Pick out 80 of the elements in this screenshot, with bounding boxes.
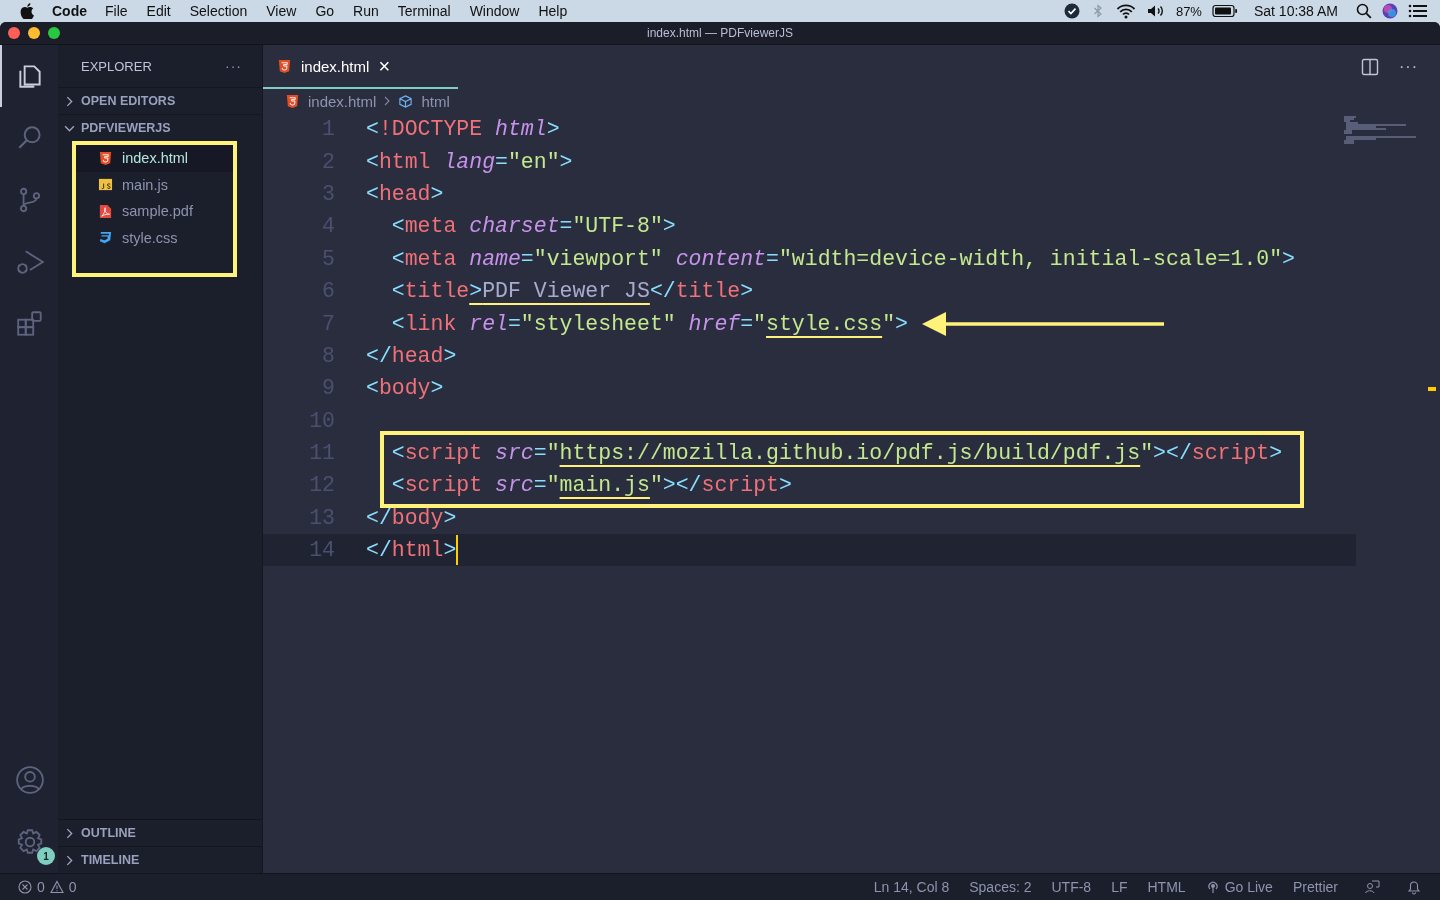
code-line: </body>	[366, 505, 457, 530]
tree-item[interactable]: index.html	[76, 145, 233, 172]
section-header[interactable]: OPEN EDITORS	[58, 87, 262, 114]
split-editor-icon[interactable]	[1361, 58, 1379, 76]
window-title: index.html — PDFviewerJS	[646, 26, 793, 40]
more-actions-button[interactable]: ···	[1399, 58, 1418, 76]
tree-item[interactable]: sample.pdf	[76, 198, 233, 225]
close-tab-button[interactable]: ×	[378, 54, 391, 78]
pdf-file-icon	[98, 203, 113, 219]
code-line: <title>PDF Viewer JS</title>	[390, 279, 754, 304]
code-line: <meta name="viewport" content="width=device-width, initial-scale=1.0">	[390, 246, 1295, 271]
chevron-icon	[64, 854, 75, 866]
editor-tab[interactable]: index.html ×	[263, 45, 458, 89]
check-badge-icon[interactable]	[1063, 3, 1080, 19]
menu-item[interactable]: Edit	[146, 3, 171, 19]
js-file-icon	[98, 177, 113, 193]
code-line: <script src="main.js"></script>	[390, 473, 792, 498]
code-line: <head>	[366, 181, 444, 206]
notifications-icon[interactable]	[1406, 879, 1422, 895]
settings-icon[interactable]	[15, 827, 45, 857]
apple-icon[interactable]	[20, 3, 34, 19]
broadcast-icon	[1205, 880, 1220, 894]
warning-icon	[49, 880, 64, 894]
problems-indicator[interactable]: 0 0	[18, 879, 77, 895]
tree-item[interactable]: style.css	[76, 224, 233, 251]
zoom-button[interactable]	[48, 27, 60, 39]
code-line: <script src="https://mozilla.github.io/pdf.js/build/pdf.js"></script>	[390, 441, 1283, 466]
code-line: </html>	[366, 535, 459, 566]
extensions-icon	[15, 309, 45, 339]
menu-item[interactable]: Terminal	[397, 3, 451, 19]
minimize-button[interactable]	[28, 27, 40, 39]
breadcrumb-item[interactable]: html	[398, 92, 450, 110]
code-line: <meta charset="UTF-8">	[390, 214, 676, 239]
section-header[interactable]: PDFVIEWERJS	[58, 114, 262, 141]
menu-item[interactable]: File	[105, 3, 128, 19]
menu-item[interactable]: Window	[469, 3, 520, 19]
menu-item[interactable]: Selection	[189, 3, 248, 19]
breadcrumb-item[interactable]: index.html	[285, 92, 377, 110]
code-line: <html lang="en">	[366, 149, 573, 174]
search-icon[interactable]	[1356, 3, 1372, 19]
explorer-title: EXPLORER	[81, 58, 152, 74]
html-file-icon	[277, 58, 292, 74]
volume-icon[interactable]	[1145, 3, 1166, 19]
code-line: </head>	[366, 343, 457, 368]
battery-percentage: 87%	[1175, 3, 1202, 19]
line-number: 14	[308, 538, 336, 563]
code-line: <link rel="stylesheet" href="style.css">	[390, 311, 908, 336]
menu-item[interactable]: Help	[538, 3, 568, 19]
status-item[interactable]: Spaces: 2	[969, 879, 1032, 895]
chevron-icon	[64, 827, 75, 839]
menu-item[interactable]: View	[266, 3, 297, 19]
html-file-icon	[285, 93, 300, 109]
status-item[interactable]: HTML	[1147, 879, 1186, 895]
status-item[interactable]: Prettier	[1292, 879, 1338, 895]
more-actions-button[interactable]: ···	[225, 58, 242, 74]
menu-item[interactable]: Go	[315, 3, 335, 19]
siri-icon[interactable]	[1382, 3, 1398, 19]
code-line: <!DOCTYPE html>	[366, 117, 560, 142]
feedback-icon[interactable]	[1364, 879, 1380, 895]
wifi-icon[interactable]	[1115, 3, 1136, 19]
tree-item[interactable]: main.js	[76, 171, 233, 198]
code-line: <body>	[366, 376, 444, 401]
cube-icon	[398, 93, 414, 109]
account-icon[interactable]	[15, 765, 45, 795]
error-icon	[18, 880, 32, 894]
status-item[interactable]: Ln 14, Col 8	[873, 879, 950, 895]
app-menu[interactable]: Code	[52, 3, 87, 19]
close-button[interactable]	[8, 27, 20, 39]
status-item[interactable]: UTF-8	[1051, 879, 1092, 895]
html-file-icon	[98, 150, 113, 166]
css-file-icon	[98, 230, 113, 246]
chevron-icon	[64, 95, 75, 107]
menu-item[interactable]: Run	[353, 3, 379, 19]
notification-badge: 1	[37, 847, 55, 865]
battery-icon[interactable]	[1211, 4, 1238, 18]
go-live-button[interactable]: Go Live	[1205, 879, 1273, 895]
clock[interactable]: Sat 10:38 AM	[1253, 3, 1338, 19]
list-icon[interactable]	[1408, 3, 1428, 19]
status-item[interactable]: LF	[1111, 879, 1128, 895]
section-header[interactable]: OUTLINE	[58, 819, 262, 846]
